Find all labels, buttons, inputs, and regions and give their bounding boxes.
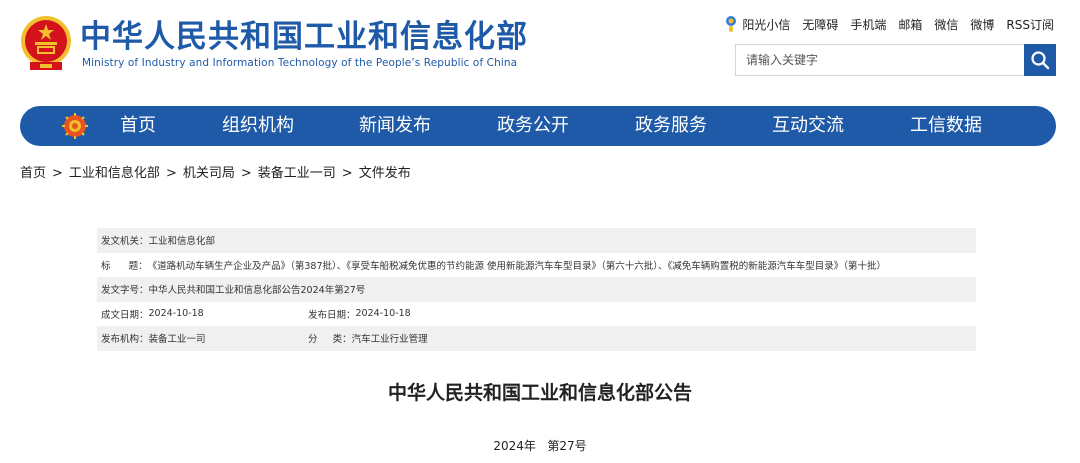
link-sunshine[interactable]: 阳光小信: [742, 16, 790, 33]
meta-issuer: 工业和信息化部: [148, 236, 216, 248]
meta-label: 发文字号：: [101, 285, 149, 297]
search-box: [735, 44, 1056, 76]
meta-label: 发文机关：: [101, 236, 149, 248]
link-rss[interactable]: RSS订阅: [1006, 16, 1054, 33]
breadcrumb-departments[interactable]: 机关司局: [183, 166, 235, 181]
meta-row-dates: 成文日期： 2024-10-18 发布日期： 2024-10-18: [97, 302, 976, 327]
nav-news[interactable]: 新闻发布: [359, 106, 431, 146]
document-metadata: 发文机关： 工业和信息化部 标 题： 《道路机动车辆生产企业及产品》（第387批…: [97, 228, 976, 351]
meta-row-publisher: 发布机构： 装备工业一司 分 类： 汽车工业行业管理: [97, 326, 976, 351]
link-wechat[interactable]: 微信: [934, 16, 958, 33]
nav-organization[interactable]: 组织机构: [222, 106, 294, 146]
link-accessibility[interactable]: 无障碍: [802, 16, 838, 33]
miit-logo-icon: [62, 113, 88, 139]
breadcrumb-ministry[interactable]: 工业和信息化部: [69, 166, 160, 181]
meta-date-published-cell: 发布日期： 2024-10-18: [308, 307, 411, 321]
meta-publisher: 装备工业一司: [148, 334, 206, 346]
meta-date-written: 2024-10-18: [148, 308, 204, 320]
meta-label: 分 类：: [308, 334, 352, 346]
site-title[interactable]: 中华人民共和国工业和信息化部: [80, 18, 528, 56]
meta-label: 标 题：: [101, 260, 148, 272]
site-title-english: Ministry of Industry and Information Tec…: [82, 57, 518, 69]
meta-date-written-cell: 成文日期： 2024-10-18: [101, 307, 308, 321]
search-icon: [1031, 51, 1050, 70]
meta-category: 汽车工业行业管理: [351, 334, 428, 346]
breadcrumb-documents[interactable]: 文件发布: [359, 166, 411, 181]
breadcrumb: 首页 > 工业和信息化部 > 机关司局 > 装备工业一司 > 文件发布: [20, 162, 411, 181]
meta-label: 成文日期：: [101, 309, 149, 321]
meta-row-title: 标 题： 《道路机动车辆生产企业及产品》（第387批）、《享受车船税减免优惠的节…: [97, 253, 976, 278]
link-mobile[interactable]: 手机端: [850, 16, 886, 33]
site-header: 中华人民共和国工业和信息化部 Ministry of Industry and …: [0, 0, 1080, 100]
meta-title: 《道路机动车辆生产企业及产品》（第387批）、《享受车船税减免优惠的节约能源 使…: [147, 260, 887, 272]
meta-doc-number: 中华人民共和国工业和信息化部公告2024年第27号: [148, 285, 366, 297]
document-title: 中华人民共和国工业和信息化部公告: [387, 382, 692, 404]
meta-label: 发布机构：: [101, 334, 149, 346]
breadcrumb-home[interactable]: 首页: [20, 166, 46, 181]
nav-data[interactable]: 工信数据: [910, 106, 982, 146]
search-input[interactable]: [736, 45, 1024, 75]
breadcrumb-separator: >: [341, 166, 353, 181]
nav-gov-affairs[interactable]: 政务公开: [497, 106, 569, 146]
meta-publisher-cell: 发布机构： 装备工业一司: [101, 331, 308, 345]
top-links: 阳光小信 无障碍 手机端 邮箱 微信 微博 RSS订阅: [724, 15, 1054, 33]
document-number: 2024年 第27号: [493, 439, 587, 453]
nav-interaction[interactable]: 互动交流: [772, 106, 844, 146]
meta-label: 发布日期：: [308, 309, 356, 321]
breadcrumb-separator: >: [165, 166, 177, 181]
breadcrumb-separator: >: [240, 166, 252, 181]
meta-row-issuer: 发文机关： 工业和信息化部: [97, 228, 976, 253]
nav-home[interactable]: 首页: [120, 106, 156, 146]
national-emblem-icon[interactable]: [20, 14, 72, 72]
meta-row-doc-number: 发文字号： 中华人民共和国工业和信息化部公告2024年第27号: [97, 277, 976, 302]
meta-category-cell: 分 类： 汽车工业行业管理: [308, 331, 428, 345]
link-weibo[interactable]: 微博: [970, 16, 994, 33]
breadcrumb-equipment-dept[interactable]: 装备工业一司: [258, 166, 336, 181]
search-button[interactable]: [1024, 44, 1056, 76]
main-nav: 首页 组织机构 新闻发布 政务公开 政务服务 互动交流 工信数据: [20, 106, 1056, 146]
breadcrumb-separator: >: [52, 166, 63, 181]
sun-mascot-icon[interactable]: [724, 15, 738, 33]
nav-gov-services[interactable]: 政务服务: [635, 106, 707, 146]
meta-date-published: 2024-10-18: [355, 308, 411, 320]
link-mail[interactable]: 邮箱: [898, 16, 922, 33]
